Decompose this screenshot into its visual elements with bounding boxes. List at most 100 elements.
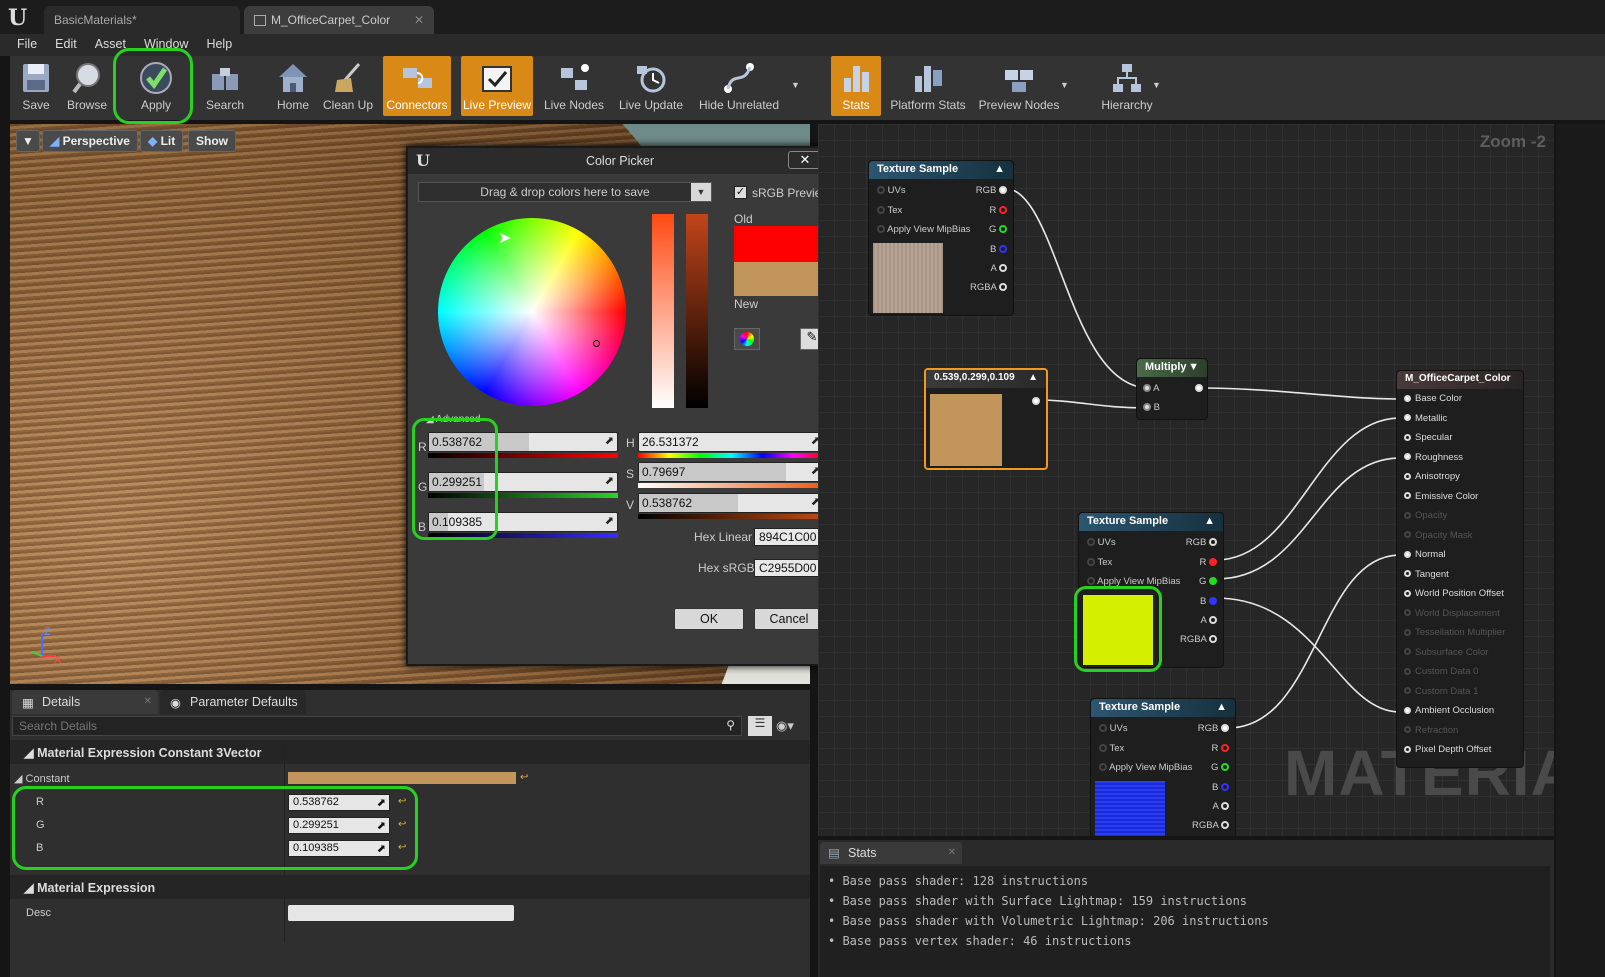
tab-material-editor[interactable]: M_OfficeCarpet_Color ✕ (244, 6, 434, 34)
ok-button[interactable]: OK (674, 608, 744, 630)
b-channel-input[interactable]: 0.109385 ⬈ (428, 512, 618, 532)
hide-unrelated-button[interactable]: Hide Unrelated (694, 56, 784, 116)
reset-arrow-icon[interactable]: ↩ (398, 819, 406, 830)
live-nodes-button[interactable]: Live Nodes (540, 56, 608, 116)
menu-file[interactable]: File (8, 34, 46, 54)
live-update-button[interactable]: Live Update (614, 56, 688, 116)
result-pin[interactable]: World Position Offset (1404, 588, 1504, 599)
material-graph[interactable]: Zoom -2 MATERIAL Texture Sample▲ UVs Tex… (818, 124, 1554, 836)
r-channel-input[interactable]: 0.538762 ⬈ (428, 432, 618, 452)
section-material-expression[interactable]: ◢ Material Expression (10, 875, 810, 899)
reset-arrow-icon[interactable]: ↩ (398, 842, 406, 853)
menu-edit[interactable]: Edit (46, 34, 86, 54)
texture-sample-node-1[interactable]: Texture Sample ▲ UVs Tex Apply View MipBi… (868, 160, 1014, 316)
platform-stats-button[interactable]: Platform Stats (886, 56, 970, 116)
pin-a[interactable]: A (1213, 801, 1229, 812)
chevron-down-icon[interactable]: ▼ (1152, 80, 1161, 90)
pin-g[interactable]: G (989, 224, 1007, 235)
pin-tex[interactable]: Tex (1087, 557, 1112, 568)
v-input[interactable]: 0.538762 ⬈ (638, 493, 824, 513)
pin-b[interactable]: B (1143, 402, 1160, 413)
close-icon[interactable]: ✕ (948, 847, 956, 858)
result-pin[interactable]: Roughness (1404, 452, 1463, 463)
pin-rgb[interactable]: RGB (1198, 723, 1229, 734)
result-pin[interactable]: Opacity (1404, 510, 1447, 521)
chevron-down-icon[interactable]: ▼ (791, 80, 800, 90)
pin-rgba[interactable]: RGBA (1192, 820, 1229, 831)
result-pin[interactable]: Subsurface Color (1404, 647, 1488, 658)
close-icon[interactable]: ✕ (144, 696, 152, 707)
eye-icon[interactable]: ◉▾ (776, 718, 794, 734)
h-input[interactable]: 26.531372 ⬈ (638, 432, 824, 452)
result-pin[interactable]: Specular (1404, 432, 1453, 443)
tab-stats[interactable]: ▤ Stats ✕ (820, 842, 962, 864)
result-pin[interactable]: Opacity Mask (1404, 530, 1473, 541)
pin-rgb[interactable]: RGB (976, 185, 1007, 196)
value-slider[interactable] (686, 214, 708, 408)
home-button[interactable]: Home (270, 56, 316, 116)
pin-r[interactable]: R (989, 205, 1007, 216)
tab-details[interactable]: ▦ Details ✕ (12, 690, 158, 714)
pin-mipbias[interactable]: Apply View MipBias (1087, 576, 1180, 587)
g-value-input[interactable]: 0.299251 ⬈ (288, 817, 390, 834)
result-pin[interactable]: Metallic (1404, 413, 1447, 424)
tab-parameter-defaults[interactable]: ◉ Parameter Defaults (160, 690, 306, 714)
result-pin[interactable]: Normal (1404, 549, 1446, 560)
perspective-button[interactable]: ◢ Perspective (42, 130, 138, 152)
hex-linear-input[interactable]: 894C1C00 (754, 528, 824, 546)
preview-nodes-button[interactable]: Preview Nodes (976, 56, 1062, 116)
pin-b[interactable]: B (1200, 596, 1217, 607)
pin-mipbias[interactable]: Apply View MipBias (1099, 762, 1192, 773)
search-details-input[interactable]: Search Details ⚲ (12, 716, 742, 736)
hex-srgb-input[interactable]: C2955D00 (754, 559, 824, 577)
color-picker-titlebar[interactable]: U Color Picker ✕ (408, 148, 832, 174)
multiply-node[interactable]: Multiply ▼ A B (1136, 358, 1208, 420)
result-pin[interactable]: Base Color (1404, 393, 1462, 404)
reset-arrow-icon[interactable]: ↩ (398, 796, 406, 807)
viewport-options-button[interactable]: ▼ (16, 130, 40, 152)
result-pin[interactable]: World Displacement (1404, 608, 1500, 619)
pin-a[interactable]: A (991, 263, 1007, 274)
pin-b[interactable]: B (1212, 782, 1229, 793)
pin-rgba[interactable]: RGBA (1180, 634, 1217, 645)
pin-a[interactable]: A (1201, 615, 1217, 626)
pin-rgb[interactable]: RGB (1186, 537, 1217, 548)
result-pin[interactable]: Ambient Occlusion (1404, 705, 1494, 716)
close-icon[interactable]: ✕ (788, 151, 822, 169)
browse-button[interactable]: Browse (62, 56, 112, 116)
view-options-icon[interactable]: ☰ (748, 716, 772, 736)
menu-asset[interactable]: Asset (86, 34, 135, 54)
close-icon[interactable]: ✕ (414, 13, 424, 27)
lit-button[interactable]: ◆ Lit (140, 130, 184, 152)
stats-button[interactable]: Stats (831, 56, 881, 116)
saturation-slider[interactable] (652, 214, 674, 408)
constant-3vector-node[interactable]: 0.539,0.299,0.109 ▲ (924, 368, 1048, 470)
cancel-button[interactable]: Cancel (754, 608, 824, 630)
show-button[interactable]: Show (188, 130, 236, 152)
g-channel-input[interactable]: 0.299251 ⬈ (428, 472, 618, 492)
reset-arrow-icon[interactable]: ↩ (520, 772, 528, 783)
desc-input[interactable] (288, 905, 514, 921)
chevron-down-icon[interactable]: ▼ (1060, 80, 1069, 90)
pin-mipbias[interactable]: Apply View MipBias (877, 224, 970, 235)
menu-window[interactable]: Window (135, 34, 197, 54)
b-value-input[interactable]: 0.109385 ⬈ (288, 840, 390, 857)
tab-basic-materials[interactable]: BasicMaterials* (44, 6, 240, 34)
r-value-input[interactable]: 0.538762 ⬈ (288, 794, 390, 811)
pin-uvs[interactable]: UVs (1087, 537, 1116, 548)
search-button[interactable]: Search (200, 56, 250, 116)
color-theme-drop-area[interactable]: Drag & drop colors here to save ▼ (418, 182, 712, 202)
pin-tex[interactable]: Tex (1099, 743, 1124, 754)
advanced-toggle[interactable]: ◢ Advanced (426, 414, 480, 425)
result-pin[interactable]: Pixel Depth Offset (1404, 744, 1491, 755)
result-pin[interactable]: Emissive Color (1404, 491, 1478, 502)
save-button[interactable]: Save (14, 56, 58, 116)
texture-sample-node-2[interactable]: Texture Sample ▲ UVs Tex Apply View MipBi… (1078, 512, 1224, 668)
s-input[interactable]: 0.79697 ⬈ (638, 462, 824, 482)
pin-r[interactable]: R (1211, 743, 1229, 754)
pin-g[interactable]: G (1199, 576, 1217, 587)
pin-output[interactable] (1195, 383, 1203, 394)
constant-color-bar[interactable] (288, 772, 516, 784)
section-constant-3vector[interactable]: ◢ Material Expression Constant 3Vector (10, 740, 810, 764)
result-pin[interactable]: Custom Data 1 (1404, 686, 1478, 697)
